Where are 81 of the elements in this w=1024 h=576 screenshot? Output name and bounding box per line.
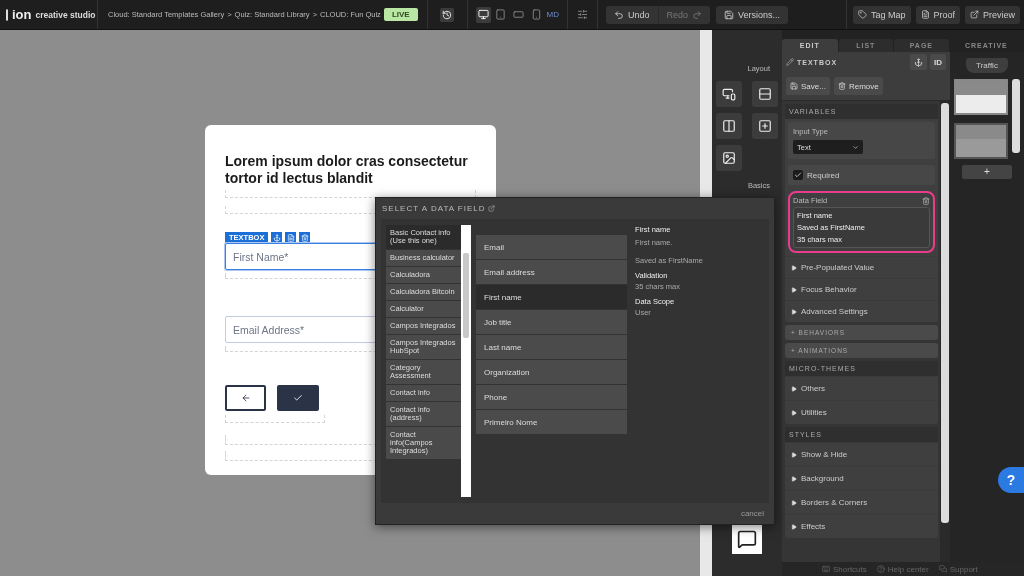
save-icon	[724, 9, 735, 20]
add-page-button[interactable]: +	[962, 165, 1012, 179]
preview-icon	[970, 10, 980, 19]
live-badge: LIVE	[383, 8, 418, 21]
field-item[interactable]: Primeiro Nome	[476, 410, 627, 434]
trash-icon	[837, 82, 846, 90]
caret-icon	[791, 264, 797, 271]
size-label[interactable]: MD	[546, 10, 559, 19]
caret-icon	[791, 499, 797, 506]
collapsible-option[interactable]: Others	[785, 376, 938, 400]
caret-icon	[791, 385, 797, 392]
columns-icon[interactable]	[716, 113, 742, 139]
checkbox-label: Required	[807, 170, 840, 180]
document-icon[interactable]	[285, 232, 297, 243]
check-icon	[293, 393, 303, 403]
checkbox[interactable]	[793, 170, 803, 180]
insert-icon[interactable]	[752, 113, 778, 139]
device-form-icon[interactable]	[716, 81, 742, 107]
remove-button[interactable]: Remove	[833, 77, 883, 95]
caret-icon	[791, 523, 797, 530]
help-icon	[876, 565, 885, 573]
chat-icon	[938, 565, 947, 573]
field-item[interactable]: Last name	[476, 335, 627, 359]
collapsible-option[interactable]: Show & Hide	[785, 442, 938, 466]
document-icon	[920, 10, 930, 19]
field-item[interactable]: Job title	[476, 310, 627, 334]
collapsible-option[interactable]: Advanced Settings	[785, 300, 938, 322]
caret-icon	[791, 308, 797, 315]
anchor-icon	[914, 57, 923, 67]
traffic-tab[interactable]: Traffic	[966, 58, 1008, 73]
collapsible-option[interactable]: Borders & Corners	[785, 490, 938, 514]
field-item[interactable]: Email	[476, 235, 627, 259]
cancel-button[interactable]: cancel	[730, 503, 774, 524]
anchor-button[interactable]	[910, 54, 927, 70]
trash-icon[interactable]	[922, 196, 930, 205]
collapsible-option[interactable]: Background	[785, 466, 938, 490]
undo-button[interactable]: Undo	[606, 5, 658, 24]
id-button[interactable]: ID	[930, 54, 946, 70]
scrollbar[interactable]	[941, 103, 949, 523]
rows-icon[interactable]	[752, 81, 778, 107]
page-thumbnail[interactable]	[954, 123, 1008, 159]
collapsible-option[interactable]: Focus Behavior	[785, 278, 938, 300]
caret-icon	[791, 451, 797, 458]
chat-icon[interactable]	[732, 524, 762, 554]
field-item[interactable]: Organization	[476, 360, 627, 384]
scrollbar[interactable]	[1012, 79, 1020, 153]
collapsible-option[interactable]: Utilities	[785, 400, 938, 424]
product-name: creative studio	[35, 9, 96, 20]
collapsible-option[interactable]: Effects	[785, 514, 938, 538]
redo-icon	[692, 9, 703, 20]
page-thumbnail[interactable]	[954, 79, 1008, 115]
field-item[interactable]: Email address	[476, 260, 627, 284]
chevron-down-icon	[852, 143, 859, 151]
toolbar-button[interactable]: Tag Map	[853, 5, 911, 24]
anchor-icon[interactable]	[271, 232, 283, 243]
dialog-title: SELECT A DATA FIELD	[382, 204, 486, 213]
media-icon[interactable]	[716, 145, 742, 171]
collapsible-option[interactable]: Pre-Populated Value	[785, 256, 938, 278]
scrollbar[interactable]	[461, 225, 471, 497]
toolbar-button[interactable]: Proof	[915, 5, 961, 24]
external-link-icon[interactable]	[488, 205, 496, 212]
logo: ion	[12, 7, 32, 22]
back-button[interactable]	[225, 385, 266, 411]
caret-icon	[791, 409, 797, 416]
versions-button[interactable]: Versions...	[716, 5, 789, 24]
field-item[interactable]: First name	[476, 285, 627, 309]
card-title: Lorem ipsum dolor cras consectetur tortor id lectus blandit	[225, 153, 469, 187]
keyboard-icon	[822, 565, 830, 573]
help-button[interactable]: ?	[998, 467, 1024, 493]
desktop-icon[interactable]	[476, 6, 491, 23]
save-icon	[790, 82, 798, 90]
field-item[interactable]: Phone	[476, 385, 627, 409]
save-button[interactable]: Save...	[786, 77, 830, 95]
arrow-left-icon	[240, 393, 251, 403]
caret-icon	[791, 475, 797, 482]
undo-icon	[614, 9, 624, 20]
caret-icon	[791, 286, 797, 293]
trash-icon[interactable]	[299, 232, 311, 243]
pencil-icon	[786, 58, 794, 66]
tag-icon	[858, 10, 867, 19]
toolbar-button[interactable]: Preview	[965, 5, 1021, 24]
